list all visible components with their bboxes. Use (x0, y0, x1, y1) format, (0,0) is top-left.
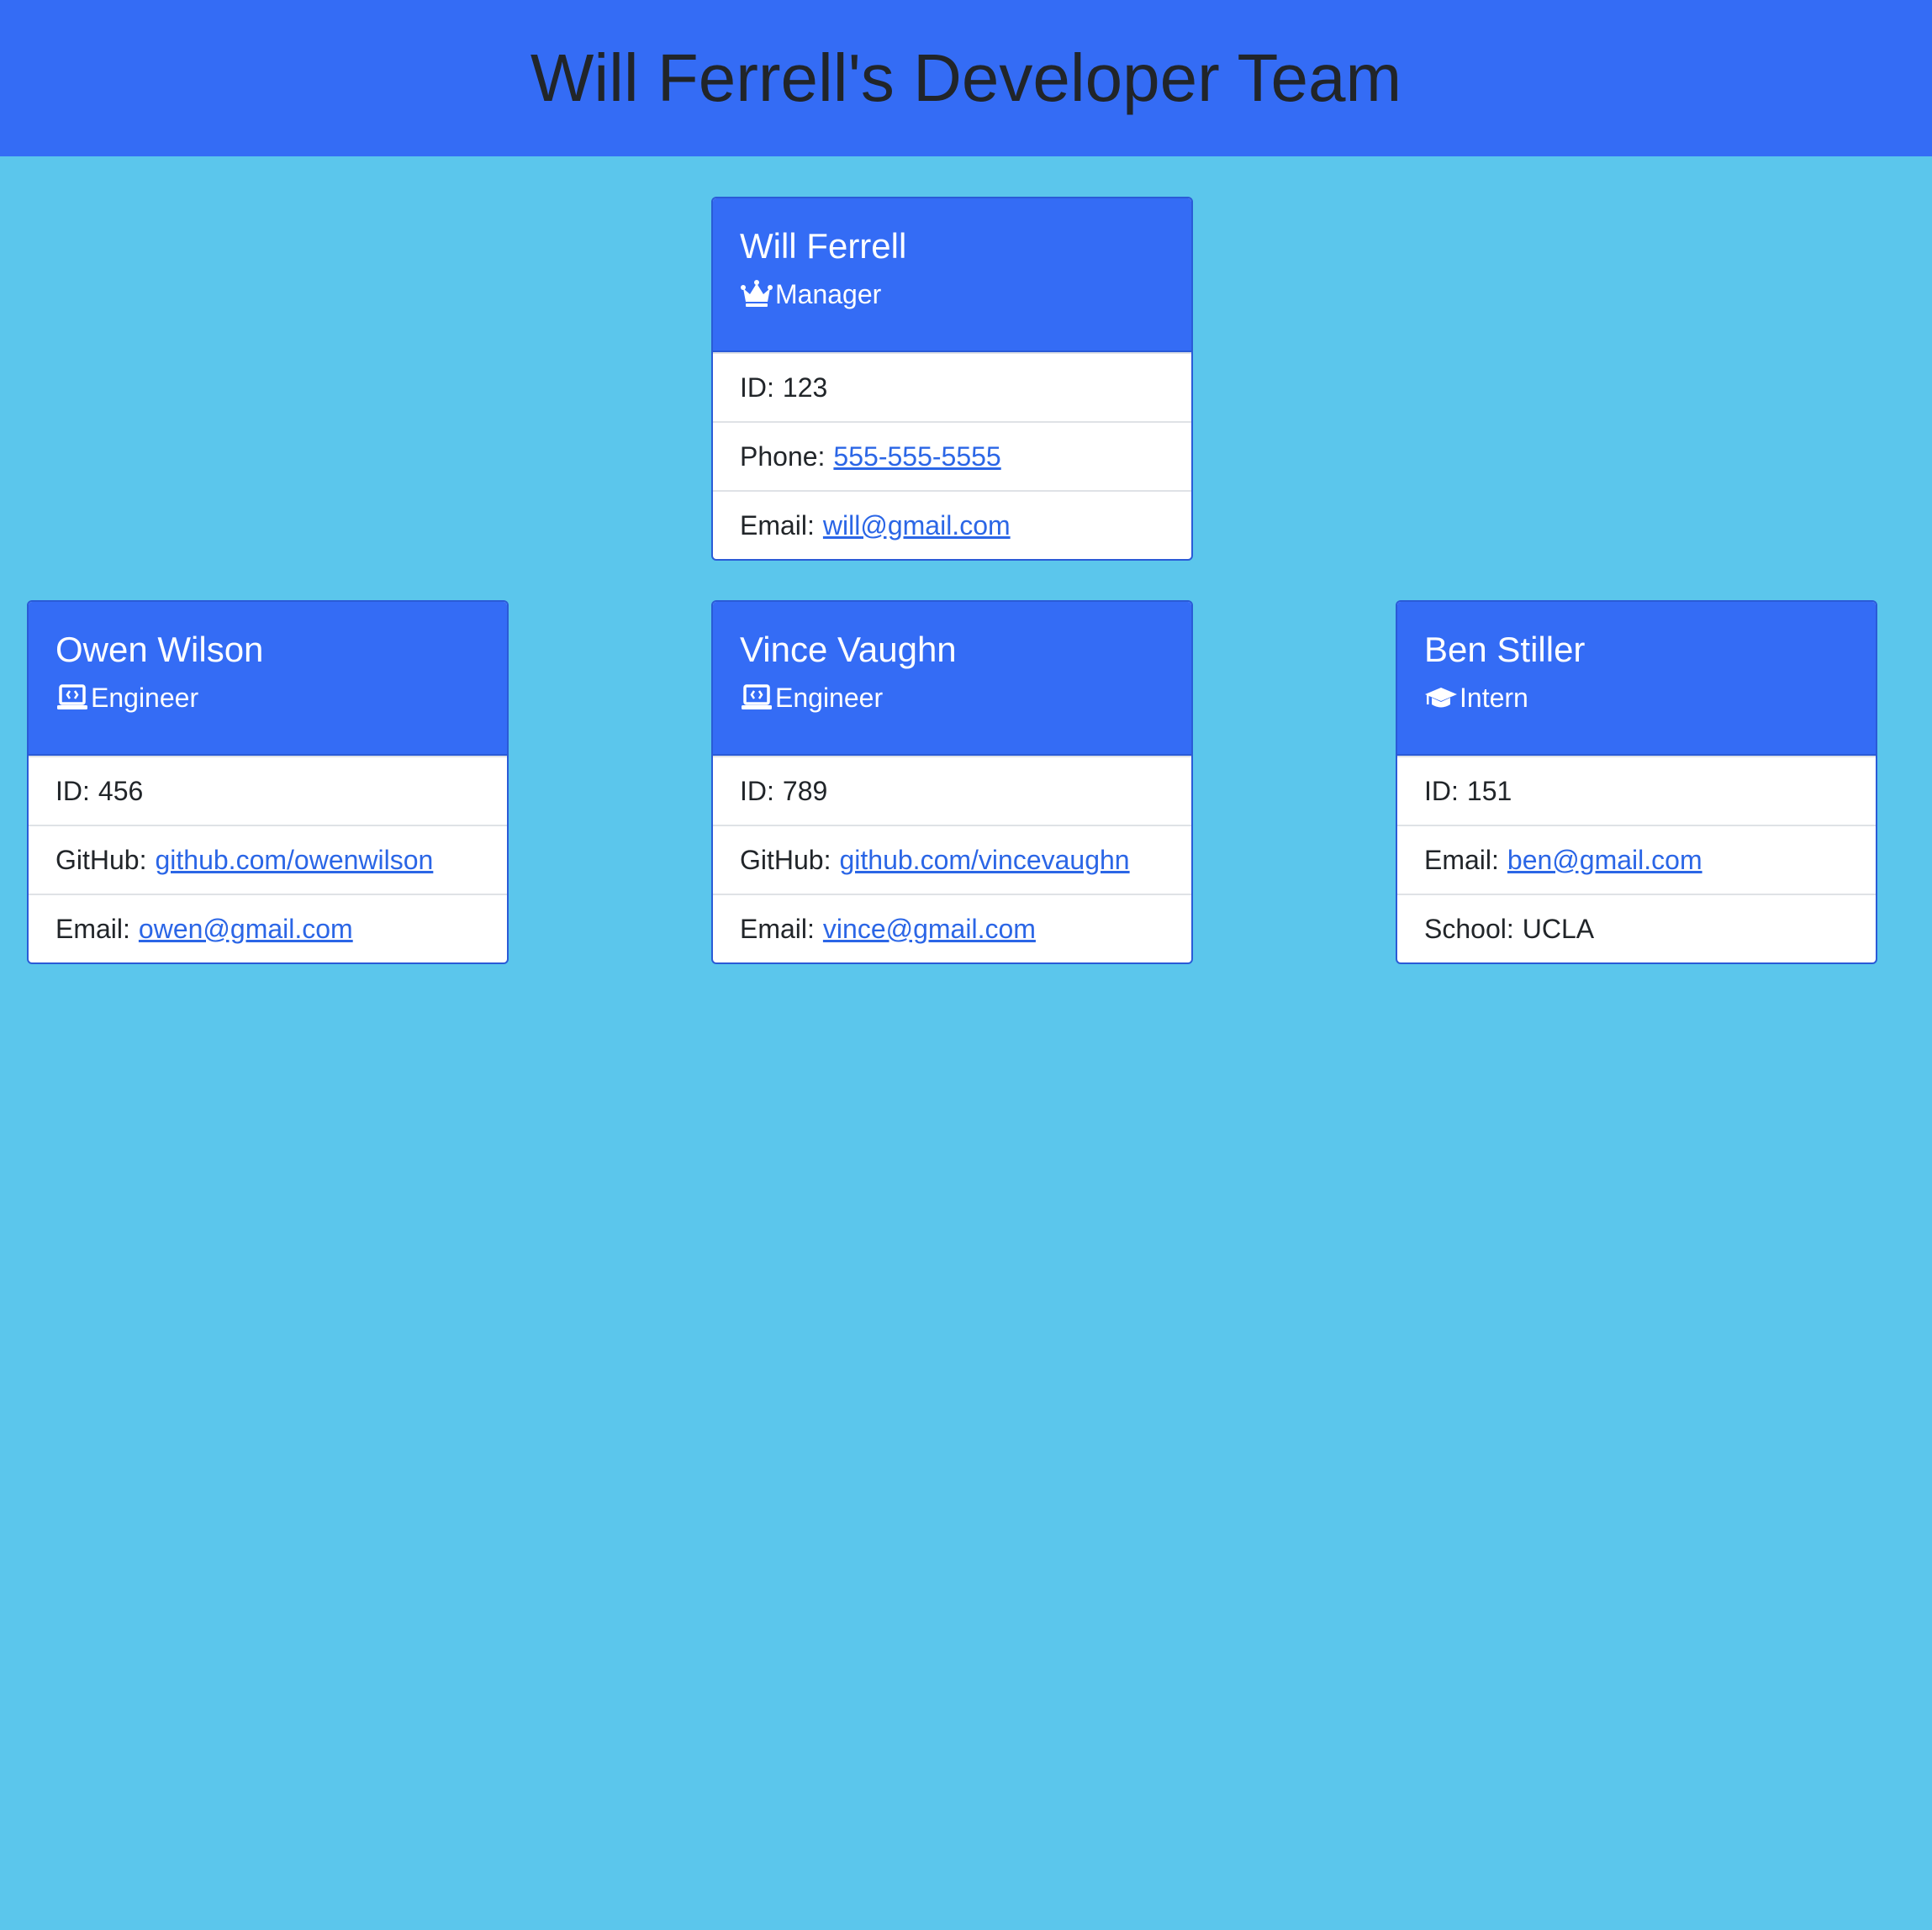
email-link[interactable]: ben@gmail.com (1507, 845, 1702, 876)
card-header: Ben Stiller Intern (1397, 602, 1876, 756)
employee-card-intern: Ben Stiller Intern ID: 151 Email: ben@gm… (1396, 600, 1877, 964)
id-row: ID: 123 (713, 352, 1191, 421)
email-row: Email: owen@gmail.com (29, 894, 507, 962)
email-label: Email: (55, 913, 130, 944)
school-row: School: UCLA (1397, 894, 1876, 962)
email-row: Email: vince@gmail.com (713, 894, 1191, 962)
github-label: GitHub: (740, 844, 831, 875)
id-value: 789 (782, 775, 828, 806)
employee-role-label: Engineer (775, 683, 884, 713)
employee-role: Engineer (55, 681, 480, 715)
github-label: GitHub: (55, 844, 147, 875)
email-link[interactable]: vince@gmail.com (823, 914, 1036, 945)
github-link[interactable]: github.com/vincevaughn (839, 845, 1129, 876)
email-label: Email: (740, 913, 815, 944)
laptop-code-icon (55, 682, 89, 714)
graduation-cap-icon (1424, 682, 1458, 714)
phone-label: Phone: (740, 440, 826, 472)
email-link[interactable]: will@gmail.com (823, 510, 1011, 541)
laptop-code-icon (740, 682, 773, 714)
id-row: ID: 456 (29, 756, 507, 825)
id-label: ID: (740, 775, 774, 806)
email-row: Email: will@gmail.com (713, 490, 1191, 559)
employee-role: Engineer (740, 681, 1164, 715)
school-value: UCLA (1522, 913, 1595, 944)
email-row: Email: ben@gmail.com (1397, 825, 1876, 894)
github-row: GitHub: github.com/owenwilson (29, 825, 507, 894)
card-header: Vince Vaughn Engineer (713, 602, 1191, 756)
id-label: ID: (1424, 775, 1459, 806)
id-label: ID: (740, 372, 774, 403)
github-link[interactable]: github.com/owenwilson (155, 845, 433, 876)
card-header: Owen Wilson Engineer (29, 602, 507, 756)
crown-icon (740, 278, 773, 310)
id-value: 123 (782, 372, 828, 403)
id-label: ID: (55, 775, 90, 806)
employee-card-engineer: Vince Vaughn Engineer ID: 789 GitHub: gi… (711, 600, 1193, 964)
employee-name: Will Ferrell (740, 226, 907, 266)
employee-role-label: Engineer (91, 683, 199, 713)
page-header: Will Ferrell's Developer Team (0, 0, 1932, 156)
email-link[interactable]: owen@gmail.com (139, 914, 353, 945)
employee-name: Vince Vaughn (740, 630, 957, 669)
school-label: School: (1424, 913, 1514, 944)
phone-row: Phone: 555-555-5555 (713, 421, 1191, 490)
employee-role: Manager (740, 277, 1164, 311)
page-title: Will Ferrell's Developer Team (530, 40, 1402, 115)
employee-name: Ben Stiller (1424, 630, 1586, 669)
github-row: GitHub: github.com/vincevaughn (713, 825, 1191, 894)
employee-role-label: Manager (775, 279, 882, 309)
id-value: 151 (1466, 775, 1512, 806)
phone-link[interactable]: 555-555-5555 (833, 441, 1000, 472)
email-label: Email: (1424, 844, 1499, 875)
id-row: ID: 789 (713, 756, 1191, 825)
employee-role: Intern (1424, 681, 1849, 715)
id-value: 456 (98, 775, 144, 806)
employee-card-manager: Will Ferrell Manager ID: 123 Phone: 555-… (711, 197, 1193, 561)
id-row: ID: 151 (1397, 756, 1876, 825)
employee-role-label: Intern (1460, 683, 1528, 713)
card-header: Will Ferrell Manager (713, 198, 1191, 352)
employee-name: Owen Wilson (55, 630, 264, 669)
employee-card-engineer: Owen Wilson Engineer ID: 456 GitHub: git… (27, 600, 509, 964)
email-label: Email: (740, 509, 815, 541)
